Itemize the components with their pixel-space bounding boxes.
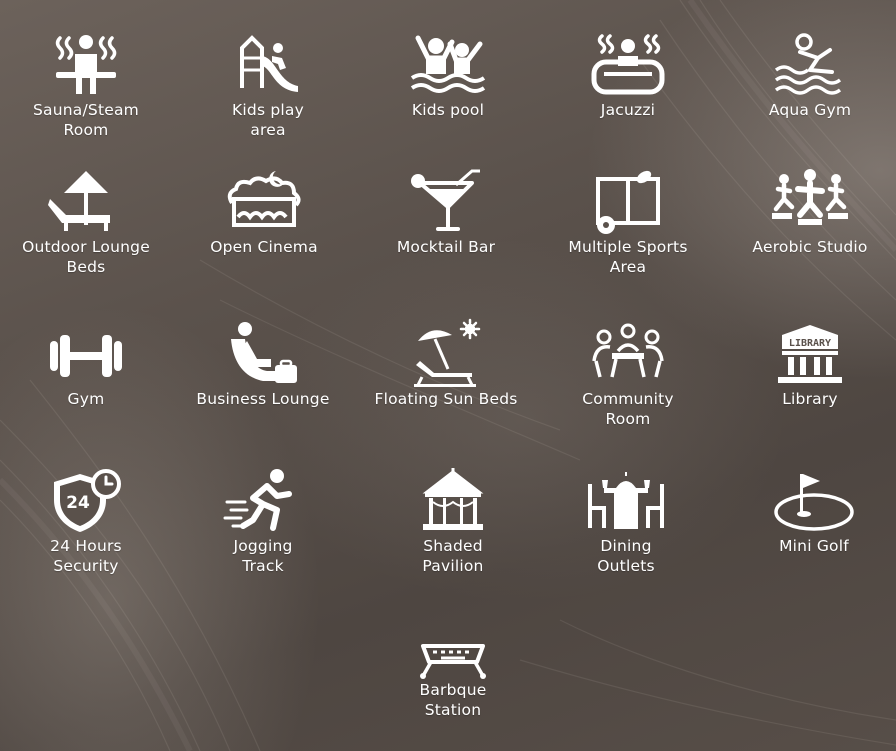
amenity-label: Kids play area (232, 101, 304, 139)
amenity-community-room: Community Room (548, 321, 708, 429)
amenity-label: Kids pool (411, 101, 485, 119)
cocktail-glass-icon (411, 169, 480, 231)
amenity-jacuzzi: Jacuzzi (548, 32, 708, 120)
security-shield-clock-icon: 24 (54, 469, 121, 532)
amenity-label: Open Cinema (210, 238, 318, 256)
amenity-open-cinema: Open Cinema (184, 169, 344, 257)
amenity-business-lounge: Business Lounge (183, 321, 343, 409)
amenity-label: Dining Outlets (597, 537, 655, 575)
amenity-label: Sauna/Steam Room (33, 101, 139, 139)
amenity-jogging-track: Jogging Track (183, 468, 343, 576)
amenity-label: Mocktail Bar (396, 238, 496, 256)
sports-field-icon (596, 170, 660, 234)
amenity-label: Gym (67, 390, 105, 408)
amenity-label: Outdoor Lounge Beds (22, 238, 150, 276)
amenity-dining-outlets: Dining Outlets (546, 468, 706, 576)
amenity-label: Community Room (582, 390, 674, 428)
kids-pool-icon (410, 35, 486, 93)
amenity-mocktail-bar: Mocktail Bar (366, 169, 526, 257)
security-badge-text: 24 (66, 493, 90, 513)
amenity-label: Library (782, 390, 838, 408)
amenity-aqua-gym: Aqua Gym (730, 32, 890, 120)
swimmer-icon (774, 33, 842, 95)
cinema-screen-icon (227, 171, 301, 227)
amenity-label: 24 Hours Security (50, 537, 122, 575)
amenity-aerobic-studio: Aerobic Studio (730, 169, 890, 257)
golf-flag-icon (774, 474, 854, 531)
library-building-icon: LIBRARY (778, 325, 842, 383)
amenity-shaded-pavilion: Shaded Pavilion (373, 468, 533, 576)
amenity-sauna-steam-room: Sauna/Steam Room (6, 32, 166, 140)
amenity-label: Business Lounge (196, 390, 330, 408)
amenity-label: Aerobic Studio (752, 238, 868, 256)
amenity-gym: Gym (6, 321, 166, 409)
playground-slide-icon (240, 35, 298, 92)
amenity-label: Multiple Sports Area (568, 238, 688, 276)
amenity-kids-pool: Kids pool (368, 32, 528, 120)
dumbbell-icon (50, 335, 122, 377)
jacuzzi-icon (591, 34, 665, 95)
library-sign-text: LIBRARY (789, 338, 831, 349)
amenity-label: Floating Sun Beds (374, 390, 518, 408)
amenity-label: Shaded Pavilion (422, 537, 484, 575)
sauna-icon (55, 35, 117, 94)
dining-table-icon (588, 472, 664, 529)
running-man-icon (223, 469, 292, 531)
sun-bed-icon (414, 318, 481, 387)
amenity-mini-golf: Mini Golf (734, 468, 894, 556)
pavilion-gazebo-icon (422, 468, 484, 530)
amenity-barbque-station: Barbque Station (373, 640, 533, 720)
lounge-bed-umbrella-icon (48, 171, 110, 231)
amenity-multiple-sports-area: Multiple Sports Area (548, 169, 708, 277)
amenity-24-hours-security: 24 24 Hours Security (6, 468, 166, 576)
amenity-label: Mini Golf (779, 537, 849, 555)
amenity-outdoor-lounge-beds: Outdoor Lounge Beds (6, 169, 166, 277)
step-aerobics-icon (772, 169, 848, 225)
amenity-floating-sun-beds: Floating Sun Beds (366, 318, 526, 409)
amenity-label: Jogging Track (233, 537, 293, 575)
amenity-kids-play-area: Kids play area (188, 32, 348, 140)
business-lounge-icon (231, 322, 297, 383)
amenity-label: Aqua Gym (768, 101, 852, 119)
amenity-label: Jacuzzi (600, 101, 656, 119)
amenity-library: LIBRARY Library (730, 321, 890, 409)
amenity-label: Barbque Station (419, 681, 487, 719)
barbecue-grill-icon (420, 644, 486, 679)
community-meeting-icon (592, 323, 664, 378)
